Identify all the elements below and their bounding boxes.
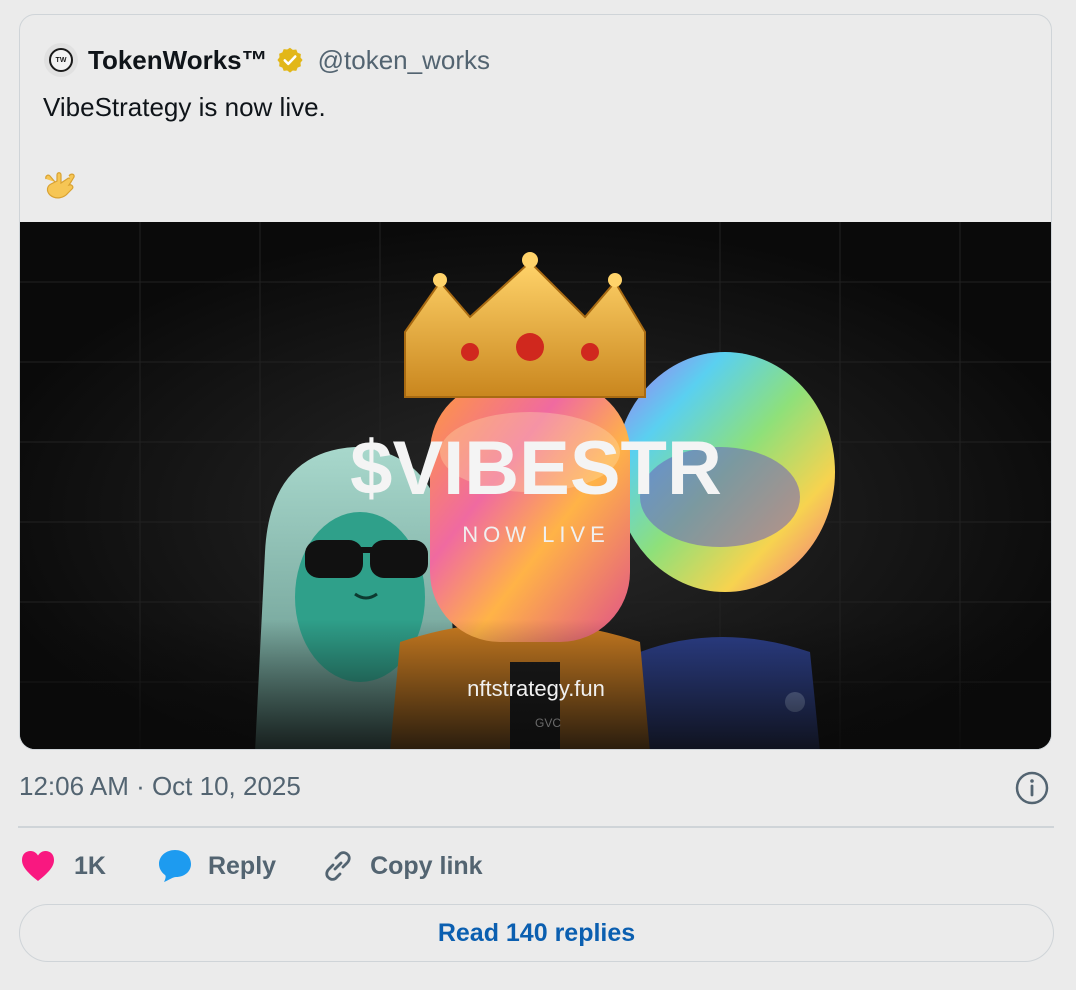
link-icon	[325, 851, 351, 881]
post-header: TW TokenWorks™ @token_works	[44, 42, 490, 78]
reply-bubble-icon	[158, 850, 191, 882]
embedded-post-card[interactable]: TW TokenWorks™ @token_works VibeStrategy…	[19, 14, 1052, 750]
like-button[interactable]: 1K	[20, 849, 106, 883]
copy-link-label: Copy link	[370, 851, 483, 880]
vibestr-promo-image: $VIBESTR NOW LIVE nftstrategy.fun GVC	[20, 222, 1051, 749]
media-shirt-text: GVC	[535, 716, 561, 730]
avatar-logo: TW	[49, 48, 73, 72]
divider	[18, 826, 1054, 828]
post-text: VibeStrategy is now live.	[43, 92, 326, 122]
like-count: 1K	[74, 851, 106, 880]
post-media-image[interactable]: $VIBESTR NOW LIVE nftstrategy.fun GVC	[20, 222, 1051, 749]
info-icon[interactable]	[1014, 770, 1050, 806]
post-actions: 1K Reply Copy link	[20, 846, 483, 886]
verified-badge-icon	[277, 47, 303, 73]
heart-icon	[22, 851, 54, 881]
reply-label: Reply	[207, 851, 277, 880]
avatar[interactable]: TW	[44, 43, 78, 77]
post-timestamp[interactable]: 12:06 AM · Oct 10, 2025	[19, 771, 301, 802]
copy-link-button[interactable]: Copy link	[320, 848, 483, 884]
reply-button[interactable]: Reply	[156, 848, 276, 884]
author-handle[interactable]: @token_works	[318, 45, 490, 76]
author-name[interactable]: TokenWorks™	[88, 45, 268, 76]
media-url: nftstrategy.fun	[467, 676, 605, 701]
media-subline: NOW LIVE	[462, 522, 610, 547]
media-headline: $VIBESTR	[350, 426, 722, 511]
call-me-hand-emoji-icon	[45, 172, 75, 199]
read-replies-button[interactable]: Read 140 replies	[19, 904, 1054, 962]
